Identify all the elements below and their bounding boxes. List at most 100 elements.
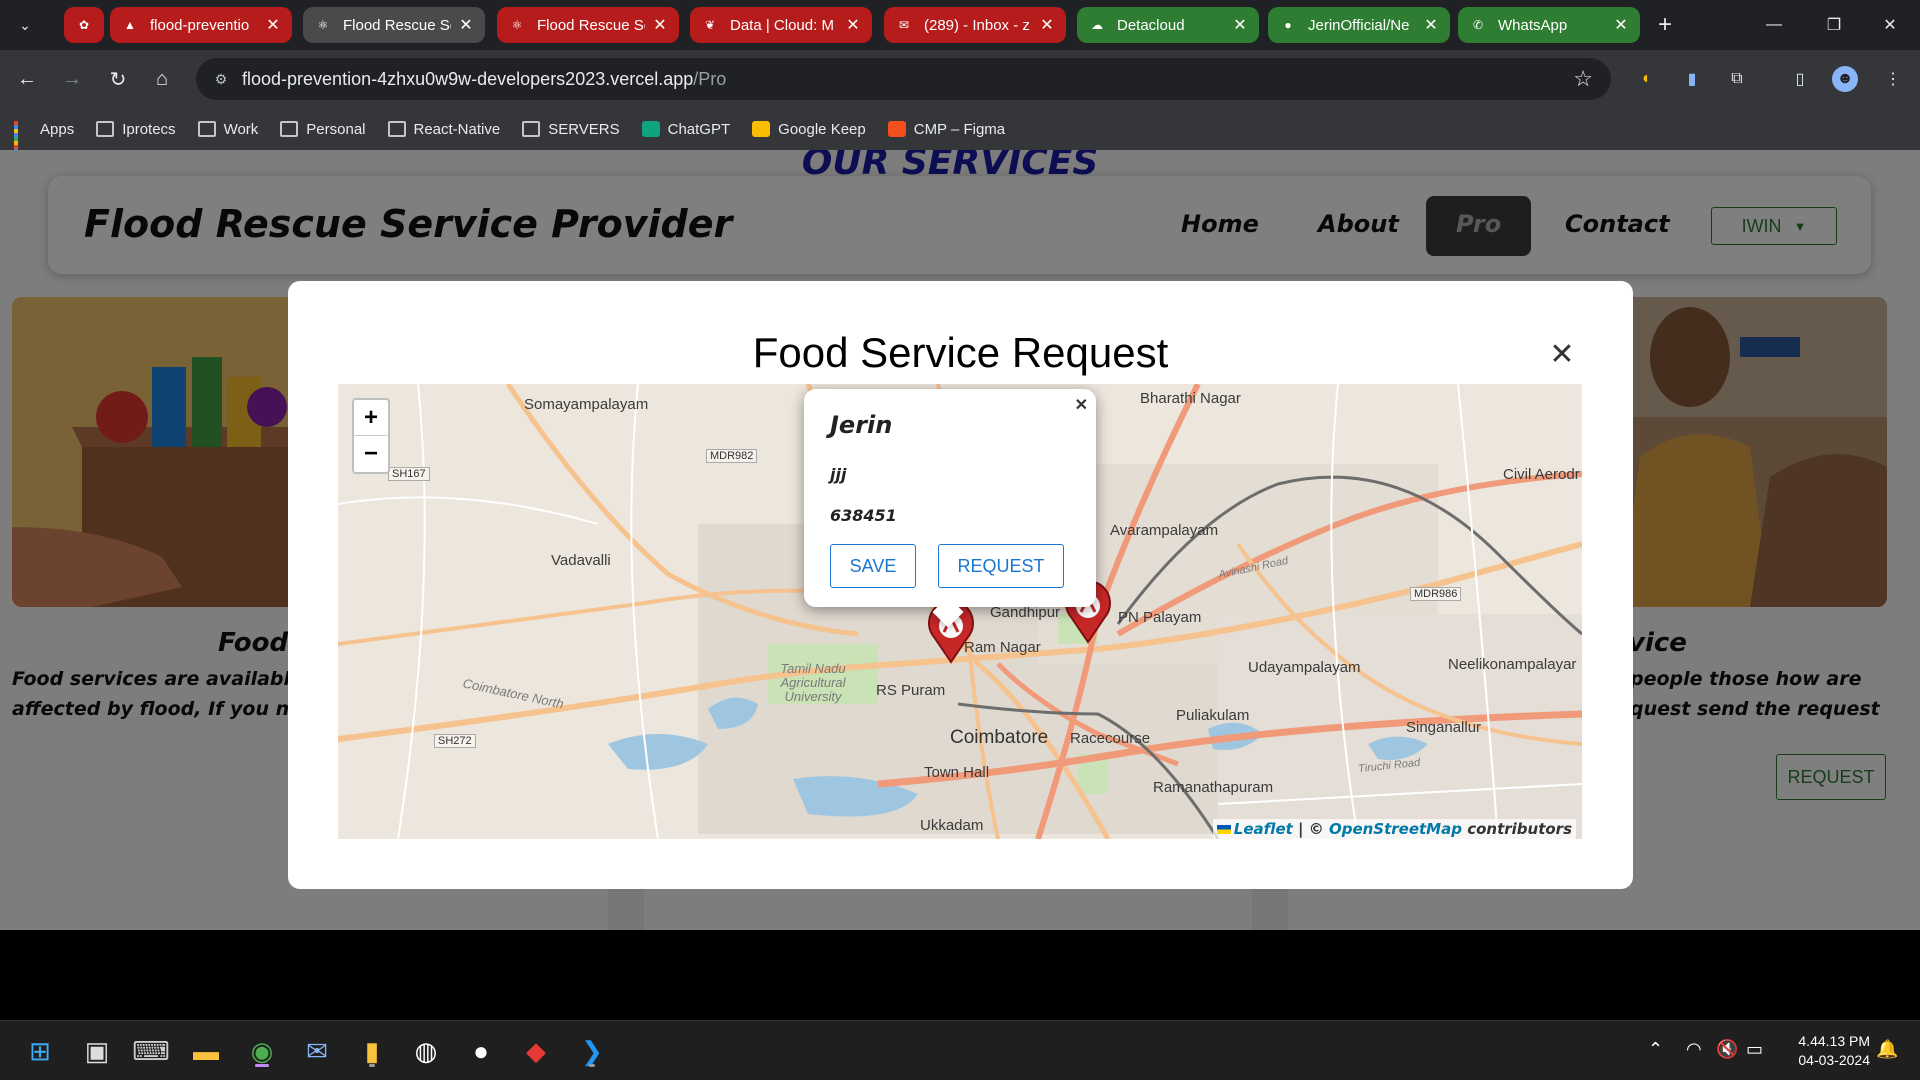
browser-menu-icon[interactable]: ⋮ — [1880, 66, 1906, 92]
bookmark-personal[interactable]: Personal — [280, 120, 366, 138]
file-explorer-icon[interactable]: ▬ — [186, 1031, 226, 1071]
tab-close-icon[interactable]: ✕ — [1422, 15, 1440, 35]
popup-save-button[interactable]: SAVE — [830, 544, 916, 588]
bookmark-work[interactable]: Work — [197, 121, 258, 138]
bookmark-label: SERVERS — [548, 120, 620, 138]
restore-icon[interactable]: ❐ — [1814, 10, 1854, 40]
browser-tab[interactable]: ✉ (289) - Inbox - z ✕ — [884, 7, 1066, 43]
browser-tab[interactable]: ❦ Data | Cloud: M ✕ — [690, 7, 872, 43]
chat-icon[interactable]: ✉ — [297, 1031, 337, 1071]
notification-bell-icon[interactable]: 🔔 — [1876, 1039, 1898, 1060]
osm-link[interactable]: OpenStreetMap — [1329, 820, 1462, 838]
browser-tab[interactable]: ▲ flood-preventio ✕ — [110, 7, 292, 43]
chatgpt-icon — [641, 121, 660, 137]
bookmark-google-keep[interactable]: Google Keep — [752, 121, 866, 138]
url-text[interactable]: flood-prevention-4zhxu0w9w-developers202… — [242, 69, 726, 90]
bookmark-label: Apps — [40, 120, 75, 138]
postman-icon[interactable]: ◍ — [406, 1031, 446, 1071]
tab-close-icon[interactable]: ✕ — [264, 15, 282, 35]
minimize-icon[interactable]: — — [1754, 10, 1794, 40]
tab-close-icon[interactable]: ✕ — [844, 15, 862, 35]
popup-close-icon[interactable]: ✕ — [1075, 395, 1088, 415]
bookmark-star-icon[interactable]: ☆ — [1573, 66, 1593, 92]
clock-time: 4.44.13 PM — [1798, 1033, 1870, 1049]
home-icon[interactable]: ⌂ — [147, 64, 177, 94]
bookmark-iprotecs[interactable]: Iprotecs — [96, 120, 176, 138]
food-service-modal: Food Service Request ✕ Somayampalayam Bh… — [288, 281, 1633, 889]
tab-title: Detacloud — [1117, 16, 1185, 34]
windows-taskbar: ⊞ ▣ ⌨ ▬ ◉ ✉ ▮ ◍ ● ◆ ❯ ⌃ ◠ 🔇 ▭ 4.44.13 PM… — [0, 1020, 1920, 1080]
popup-request-button[interactable]: REQUEST — [938, 544, 1064, 588]
tab-search-chevron-icon[interactable]: ⌄ — [10, 10, 40, 40]
extension-icon[interactable]: ◐ — [1634, 66, 1660, 92]
extensions-puzzle-icon[interactable]: ⧉ — [1724, 66, 1750, 92]
zoom-out-button[interactable]: − — [354, 436, 388, 472]
tab-close-icon[interactable]: ✕ — [651, 15, 669, 35]
browser-tab[interactable]: ⚛ Flood Rescue Se ✕ — [497, 7, 679, 43]
bookmark-label: Personal — [306, 120, 366, 138]
apps-grid-icon — [14, 121, 32, 157]
windows-start-icon[interactable]: ⊞ — [20, 1031, 60, 1071]
cloud-icon: ☁ — [1091, 18, 1103, 32]
tab-title: (289) - Inbox - z — [924, 16, 1030, 34]
volume-muted-icon[interactable]: 🔇 — [1716, 1039, 1738, 1060]
system-clock[interactable]: 4.44.13 PM 04-03-2024 — [1786, 1032, 1870, 1070]
bookmark-label: Iprotecs — [122, 120, 176, 138]
tab-close-icon[interactable]: ✕ — [1231, 15, 1249, 35]
site-info-icon[interactable]: ⚙ — [210, 68, 232, 90]
wifi-icon[interactable]: ◠ — [1686, 1039, 1702, 1060]
leaflet-link[interactable]: Leaflet — [1234, 820, 1293, 838]
map-label-pn-palayam: PN Palayam — [1118, 609, 1202, 626]
url-host: flood-prevention-4zhxu0w9w-developers202… — [242, 69, 694, 89]
address-bar[interactable]: ⚙ flood-prevention-4zhxu0w9w-developers2… — [196, 58, 1611, 100]
browser-tab[interactable]: ☁ Detacloud ✕ — [1077, 7, 1259, 43]
reload-icon[interactable]: ↻ — [103, 64, 133, 94]
map-label-ramanathapuram: Ramanathapuram — [1153, 779, 1274, 796]
ukraine-flag-icon — [1216, 825, 1231, 834]
battery-icon[interactable]: ▭ — [1746, 1039, 1763, 1060]
map-label-udayampalayam: Udayampalayam — [1248, 659, 1361, 676]
tray-chevron-icon[interactable]: ⌃ — [1648, 1039, 1663, 1060]
chrome-icon[interactable]: ◉ — [242, 1031, 282, 1071]
anydesk-icon[interactable]: ◆ — [516, 1031, 556, 1071]
map-label-coimbatore: Coimbatore — [950, 727, 1049, 748]
window-close-icon[interactable]: ✕ — [1870, 10, 1910, 40]
tab-close-icon[interactable]: ✕ — [1038, 15, 1056, 35]
modal-close-icon[interactable]: ✕ — [1549, 338, 1575, 371]
bookmark-servers[interactable]: SERVERS — [522, 120, 620, 138]
map-attribution: Leaflet | © OpenStreetMap contributors — [1212, 819, 1576, 839]
bookmark-chatgpt[interactable]: ChatGPT — [641, 121, 730, 138]
tab-close-icon[interactable]: ✕ — [1612, 15, 1630, 35]
side-panel-icon[interactable]: ▯ — [1787, 66, 1813, 92]
folder-icon — [280, 121, 299, 137]
bookmark-label: React-Native — [413, 120, 501, 138]
task-view-icon[interactable]: ▣ — [77, 1031, 117, 1071]
attribution-tail: contributors — [1461, 820, 1572, 838]
tab-active[interactable]: ⚛ Flood Rescue Se ✕ — [303, 7, 485, 43]
vscode-icon[interactable]: ❯ — [572, 1031, 612, 1071]
bookmark-apps[interactable]: Apps — [14, 120, 75, 157]
keep-icon[interactable]: ▮ — [352, 1031, 392, 1071]
bookmark-label: Google Keep — [778, 120, 866, 138]
back-icon[interactable]: ← — [12, 64, 42, 94]
map-label-puliakulam: Puliakulam — [1176, 707, 1250, 724]
map-view[interactable]: Somayampalayam Bharathi Nagar Civil Aero… — [338, 384, 1582, 839]
github-icon: ● — [1284, 18, 1292, 32]
popup-name: Jerin — [830, 411, 893, 439]
map-label-tnau: Tamil Nadu Agricultural University — [780, 661, 846, 704]
tab-close-icon[interactable]: ✕ — [457, 15, 475, 35]
extension-docs-icon[interactable]: ▮ — [1679, 66, 1705, 92]
map-label-singanallur: Singanallur — [1406, 719, 1482, 736]
figma-icon — [887, 121, 906, 137]
bookmark-cmp-figma[interactable]: CMP – Figma — [887, 121, 1005, 138]
browser-tab[interactable]: ● JerinOfficial/Ne ✕ — [1268, 7, 1450, 43]
forward-icon[interactable]: → — [57, 64, 87, 94]
zoom-in-button[interactable]: + — [354, 400, 388, 436]
bookmark-react-native[interactable]: React-Native — [387, 120, 501, 138]
terminal-icon[interactable]: ⌨ — [131, 1031, 171, 1071]
profile-avatar[interactable]: ☻ — [1832, 66, 1858, 92]
github-icon[interactable]: ● — [461, 1031, 501, 1071]
browser-tab[interactable]: ✆ WhatsApp ✕ — [1458, 7, 1640, 43]
browser-tab[interactable]: ✿ — [64, 7, 104, 43]
new-tab-button[interactable]: + — [1650, 10, 1680, 40]
